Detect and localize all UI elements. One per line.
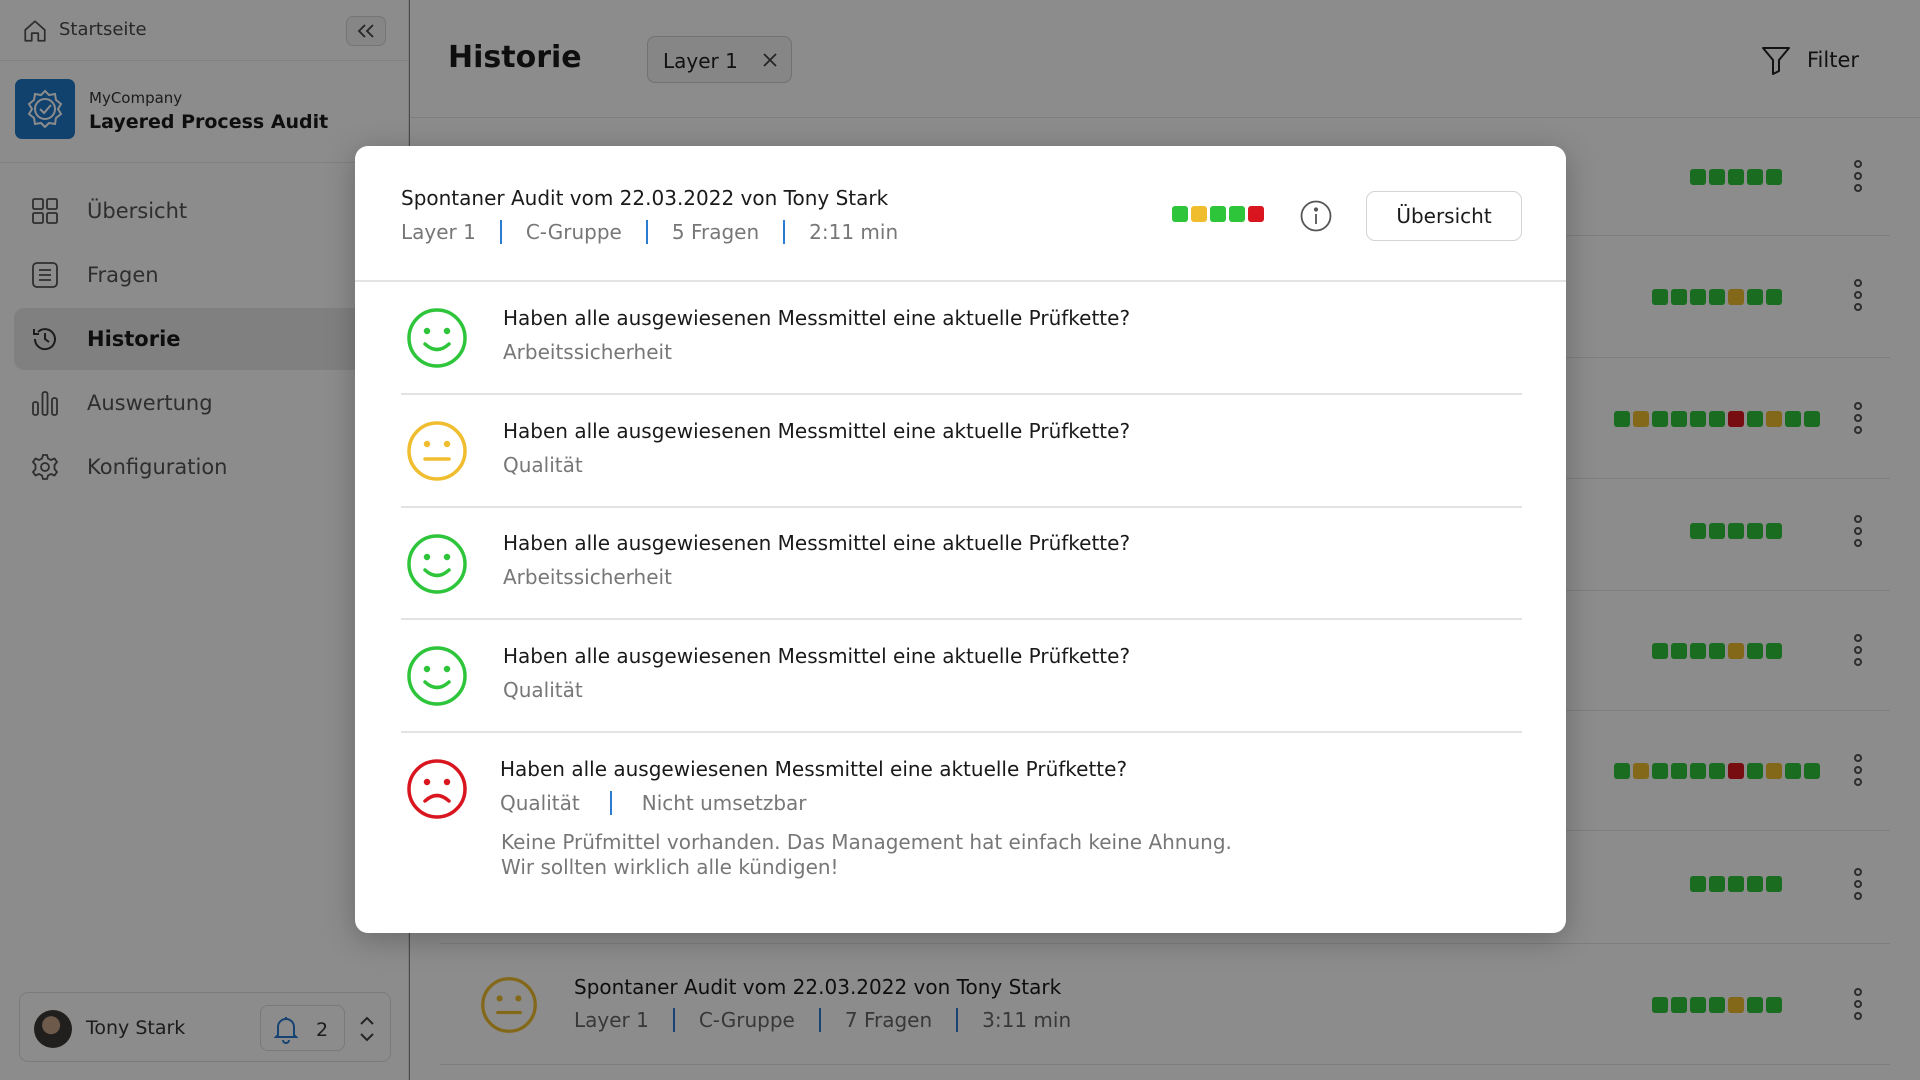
question-category: Qualität bbox=[503, 678, 583, 702]
question-category: Qualität Nicht umsetzbar bbox=[500, 791, 807, 815]
separator bbox=[499, 220, 502, 244]
happy-face-icon bbox=[407, 646, 467, 706]
status-dot-red bbox=[1248, 206, 1264, 222]
separator bbox=[645, 220, 648, 244]
question-text: Haben alle ausgewiesenen Messmittel eine… bbox=[503, 644, 1131, 668]
question-category: Arbeitssicherheit bbox=[503, 565, 672, 589]
audit-layer: Layer 1 bbox=[401, 220, 476, 244]
category-label: Qualität bbox=[500, 791, 580, 815]
separator bbox=[783, 220, 786, 244]
comment-line: Keine Prüfmittel vorhanden. Das Manageme… bbox=[501, 830, 1232, 854]
happy-face-icon bbox=[407, 534, 467, 594]
status-dot-yellow bbox=[1191, 206, 1207, 222]
audit-question-count: 5 Fragen bbox=[671, 220, 760, 244]
question-comment: Keine Prüfmittel vorhanden. Das Manageme… bbox=[501, 830, 1401, 880]
category-label: Arbeitssicherheit bbox=[503, 340, 672, 364]
sad-face-icon bbox=[407, 759, 467, 819]
status-label: Nicht umsetzbar bbox=[641, 791, 807, 815]
question-text: Haben alle ausgewiesenen Messmittel eine… bbox=[503, 531, 1131, 555]
audit-group: C-Gruppe bbox=[525, 220, 622, 244]
question-item: Haben alle ausgewiesenen Messmittel eine… bbox=[401, 395, 1522, 508]
status-dot-green bbox=[1172, 206, 1188, 222]
question-text: Haben alle ausgewiesenen Messmittel eine… bbox=[503, 419, 1131, 443]
dialog-meta: Layer 1 C-Gruppe 5 Fragen 2:11 min bbox=[401, 220, 898, 244]
category-label: Qualität bbox=[503, 678, 583, 702]
result-indicator bbox=[1172, 206, 1264, 222]
comment-line: Wir sollten wirklich alle kündigen! bbox=[501, 855, 839, 879]
category-label: Arbeitssicherheit bbox=[503, 565, 672, 589]
category-label: Qualität bbox=[503, 453, 583, 477]
question-item: Haben alle ausgewiesenen Messmittel eine… bbox=[401, 620, 1522, 733]
happy-face-icon bbox=[407, 308, 467, 368]
audit-duration: 2:11 min bbox=[809, 220, 899, 244]
audit-detail-dialog: Spontaner Audit vom 22.03.2022 von Tony … bbox=[355, 146, 1566, 933]
question-category: Qualität bbox=[503, 453, 583, 477]
question-item: Haben alle ausgewiesenen Messmittel eine… bbox=[401, 733, 1522, 913]
neutral-face-icon bbox=[407, 421, 467, 481]
dialog-header: Spontaner Audit vom 22.03.2022 von Tony … bbox=[355, 146, 1566, 282]
status-dot-green bbox=[1210, 206, 1226, 222]
question-item: Haben alle ausgewiesenen Messmittel eine… bbox=[401, 282, 1522, 395]
dialog-title: Spontaner Audit vom 22.03.2022 von Tony … bbox=[401, 186, 889, 210]
status-dot-green bbox=[1229, 206, 1245, 222]
question-category: Arbeitssicherheit bbox=[503, 340, 672, 364]
info-icon[interactable] bbox=[1299, 199, 1333, 233]
question-item: Haben alle ausgewiesenen Messmittel eine… bbox=[401, 508, 1522, 620]
question-text: Haben alle ausgewiesenen Messmittel eine… bbox=[503, 306, 1131, 330]
overview-button[interactable]: Übersicht bbox=[1366, 191, 1522, 241]
question-text: Haben alle ausgewiesenen Messmittel eine… bbox=[500, 757, 1128, 781]
separator bbox=[609, 791, 612, 815]
